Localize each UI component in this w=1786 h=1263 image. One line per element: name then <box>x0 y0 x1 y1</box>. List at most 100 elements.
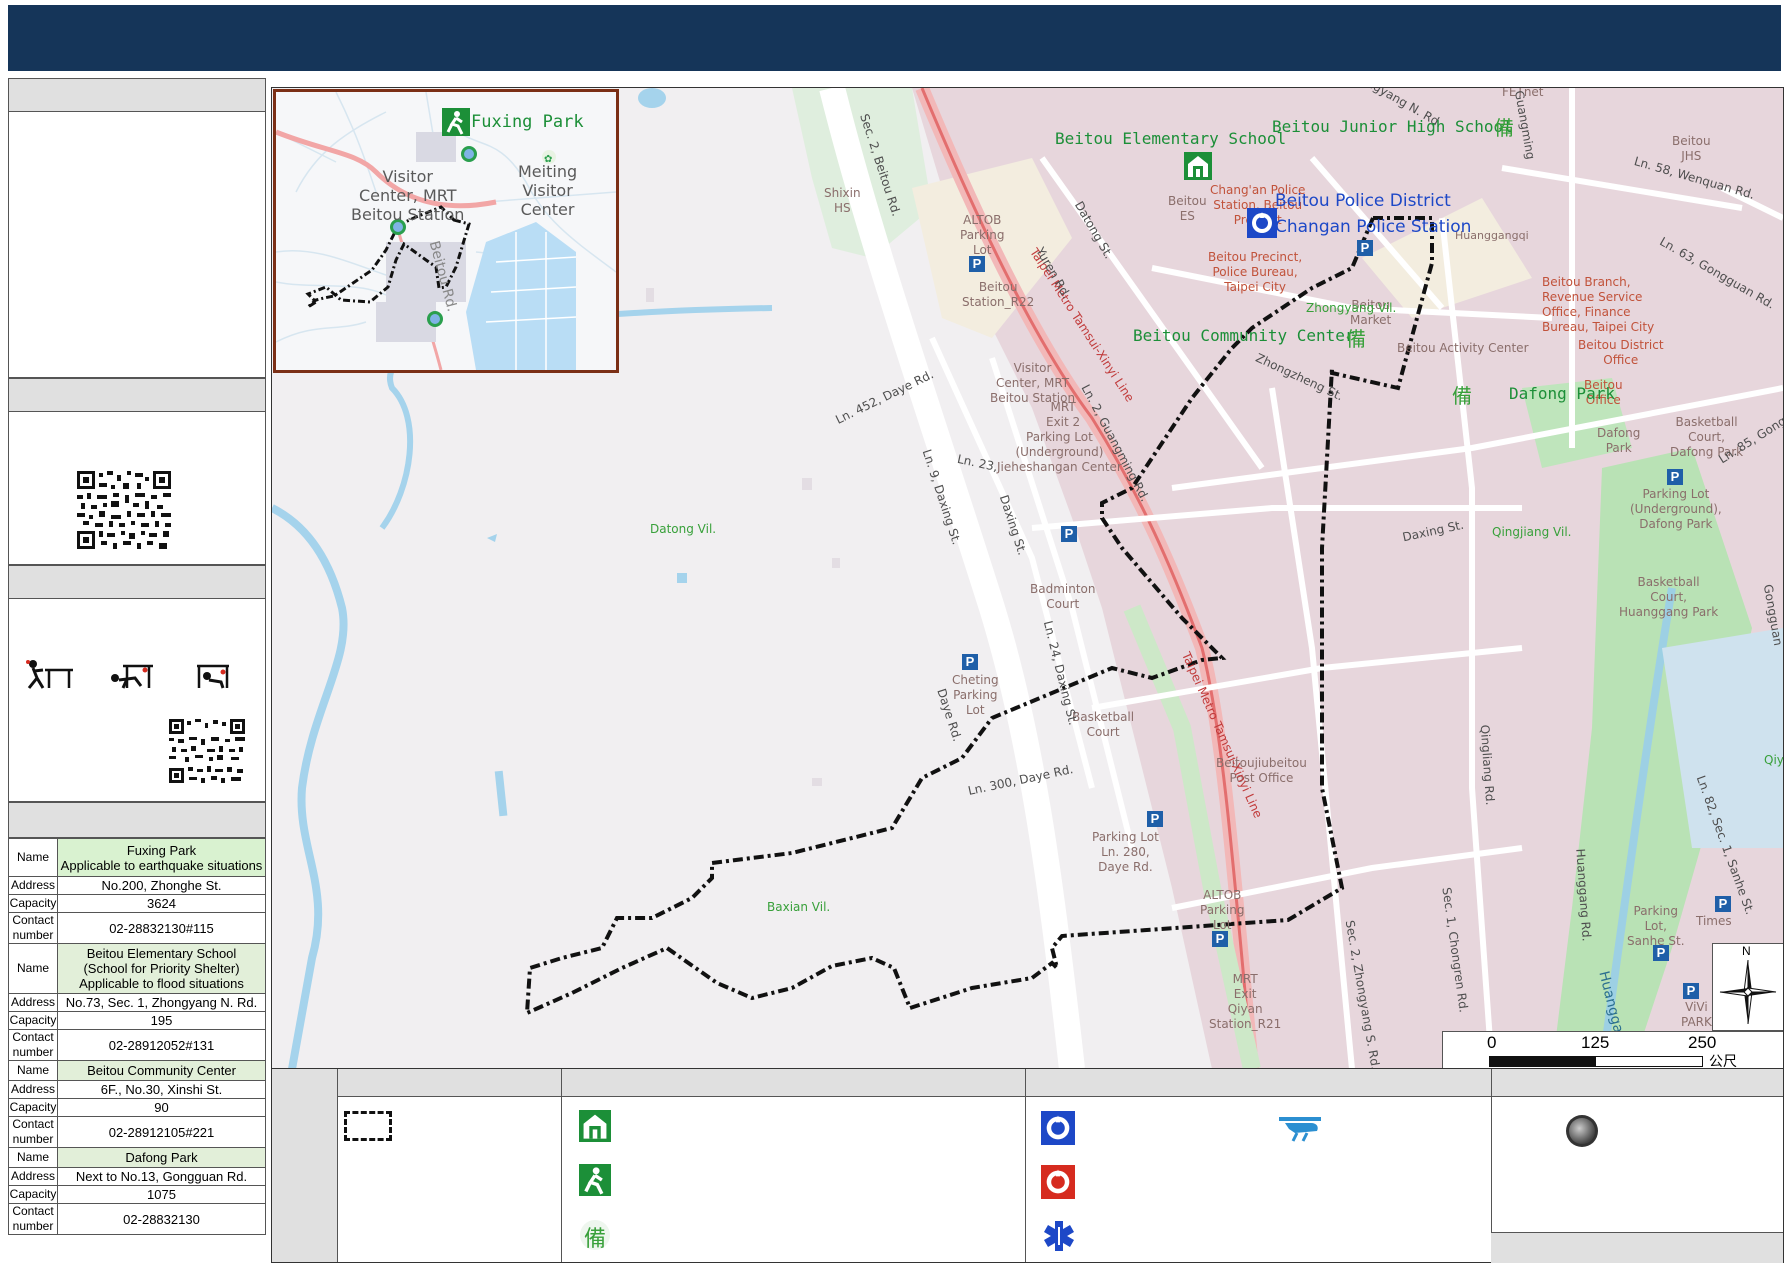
label-beitou-precinct-bureau: Beitou Precinct, Police Bureau, Taipei C… <box>1208 250 1303 294</box>
police-district-label: Beitou Police District <box>1275 191 1451 211</box>
shelter-key-capacity: Capacity <box>8 1011 58 1030</box>
north-label: N <box>1742 944 1751 958</box>
legend-other-footer <box>1491 1232 1783 1263</box>
header-bar <box>8 5 1781 71</box>
shelter-key-contact: Contact number <box>8 1116 58 1148</box>
village-baxian: Baxian Vil. <box>767 900 831 914</box>
shelter-capacity: 195 <box>57 1011 266 1030</box>
label-parking-sanhe: Parking Lot, Sanhe St. <box>1627 904 1685 948</box>
info-panel-header <box>9 79 265 112</box>
shelter-key-address: Address <box>8 1080 58 1099</box>
shelter-key-name: Name <box>8 838 58 877</box>
earthquake-panel <box>8 565 266 802</box>
shelter-contact: 02-28832130 <box>57 1203 266 1235</box>
legend-grey-dot-icon <box>1566 1115 1598 1147</box>
police-station-icon <box>1247 208 1277 238</box>
shelter-contact: 02-28912105#221 <box>57 1116 266 1148</box>
legend-boundary-swatch <box>344 1111 392 1141</box>
inset-fuxing-park: Fuxing Park <box>471 112 584 132</box>
shelter-key-contact: Contact number <box>8 912 58 944</box>
scale-bar: 0 125 250 公尺 <box>1442 1031 1783 1069</box>
shelter-row: Capacity 3624 <box>8 894 266 913</box>
shelter-key-name: Name <box>8 1060 58 1081</box>
shelter-row: Capacity 195 <box>8 1011 266 1030</box>
school-shelter-icon <box>1184 152 1212 180</box>
shelter-address: No.200, Zhonghe St. <box>57 876 266 895</box>
drop-icon <box>26 660 73 689</box>
shelter-row: Address 6F., No.30, Xinshi St. <box>8 1080 266 1099</box>
label-shixin-hs: Shixin HS <box>824 186 861 215</box>
scale-bar-white <box>1595 1056 1703 1067</box>
shelter-row: Address No.73, Sec. 1, Zhongyang N. Rd. <box>8 993 266 1012</box>
police-station-label: Changan Police Station <box>1275 217 1472 237</box>
label-parking-dafong: Parking Lot (Underground), Dafong Park <box>1630 487 1722 531</box>
shelter-row: Name Beitou Community Center <box>8 1060 266 1081</box>
shelter-name: Beitou Community Center <box>57 1060 266 1081</box>
parking-icon-2: P <box>1061 526 1077 542</box>
shelter-key-contact: Contact number <box>8 1203 58 1235</box>
shelter-name: Dafong Park <box>57 1147 266 1168</box>
shelter-key-capacity: Capacity <box>8 894 58 913</box>
legend-col-services <box>1025 1069 1492 1262</box>
scale-tick-0: 0 <box>1487 1033 1497 1052</box>
parking-icon-3: P <box>962 654 978 670</box>
parking-icon-6: P <box>1357 240 1373 256</box>
shelter-key-capacity: Capacity <box>8 1185 58 1204</box>
qr-panel <box>8 378 266 565</box>
legend-park-shelter-icon <box>579 1164 611 1196</box>
label-dafong-park-small: Dafong Park <box>1597 426 1641 455</box>
shelter-name: Beitou Elementary School (School for Pri… <box>57 943 266 994</box>
shelter-capacity: 3624 <box>57 894 266 913</box>
parking-icon-8: P <box>1715 896 1731 912</box>
shelter-row: Address No.200, Zhonghe St. <box>8 876 266 895</box>
shelter-capacity: 1075 <box>57 1185 266 1204</box>
map-area[interactable]: ✿ Fuxing Park Meiting Visitor Center Vis… <box>271 87 1784 1070</box>
legend-school-shelter-icon <box>579 1110 611 1142</box>
north-arrow: N <box>1712 943 1783 1031</box>
legend-col-shelters <box>561 1069 1026 1262</box>
qr-code-icon-2[interactable] <box>169 719 245 783</box>
label-altob-parking-2: ALTOB Parking Lot <box>1200 888 1245 932</box>
shelter-table: Name Fuxing Park Applicable to earthquake… <box>8 838 266 1235</box>
label-beitou-jhs: Beitou JHS <box>1672 134 1711 163</box>
label-altob-parking-1: ALTOB Parking Lot <box>960 213 1005 257</box>
label-mrt-exit-qiyan: MRT Exit Qiyan Station_R21 <box>1209 972 1282 1031</box>
shelter-row: Contact number 02-28832130#115 <box>8 912 266 944</box>
label-times: Times <box>1696 914 1732 928</box>
shelter-row: Address Next to No.13, Gongguan Rd. <box>8 1167 266 1186</box>
shelter-contact: 02-28832130#115 <box>57 912 266 944</box>
label-vivi-park: ViVi PARK <box>1681 1000 1712 1029</box>
parking-icon-9: P <box>1653 945 1669 961</box>
legend-reserve-char: 備 <box>584 1227 607 1252</box>
shelter-capacity: 90 <box>57 1098 266 1117</box>
legend-side-cell <box>272 1069 338 1262</box>
reserve-icon-community: 備 <box>1346 327 1366 351</box>
shelter-name: Fuxing Park Applicable to earthquake sit… <box>57 838 266 877</box>
shelter-address: 6F., No.30, Xinshi St. <box>57 1080 266 1099</box>
shelter-row: Contact number 02-28912052#131 <box>8 1029 266 1061</box>
shelter-label-community-center: Beitou Community Center <box>1133 326 1355 345</box>
qr-code-icon[interactable] <box>77 471 171 549</box>
compass-icon <box>1719 959 1777 1025</box>
label-beitou-district-office: Beitou District Office <box>1578 338 1664 367</box>
label-beitou-es: Beitou ES <box>1168 194 1207 223</box>
reserve-icon-dafong: 備 <box>1452 384 1472 408</box>
parking-icon-1: P <box>969 256 985 272</box>
village-datong: Datong Vil. <box>650 522 717 536</box>
label-beitou-activity-center: Beitou Activity Center <box>1397 341 1529 355</box>
shelter-address: Next to No.13, Gongguan Rd. <box>57 1167 266 1186</box>
scale-tick-125: 125 <box>1581 1033 1610 1052</box>
shelter-row: Contact number 02-28912105#221 <box>8 1116 266 1148</box>
scale-tick-250: 250 <box>1688 1033 1717 1052</box>
legend: 備 <box>271 1068 1784 1263</box>
shelter-address: No.73, Sec. 1, Zhongyang N. Rd. <box>57 993 266 1012</box>
shelter-row: Name Fuxing Park Applicable to earthquake… <box>8 838 266 877</box>
inset-map[interactable]: ✿ Fuxing Park Meiting Visitor Center Vis… <box>273 89 619 373</box>
earthquake-panel-header <box>9 566 265 599</box>
label-mrt-exit2: MRT Exit 2 <box>1046 400 1081 429</box>
shelter-key-capacity: Capacity <box>8 1098 58 1117</box>
shelter-label-beitou-es: Beitou Elementary School <box>1055 129 1287 148</box>
label-badminton-court: Badminton Court <box>1030 582 1096 611</box>
shelter-key-contact: Contact number <box>8 1029 58 1061</box>
cover-icon <box>111 664 153 689</box>
